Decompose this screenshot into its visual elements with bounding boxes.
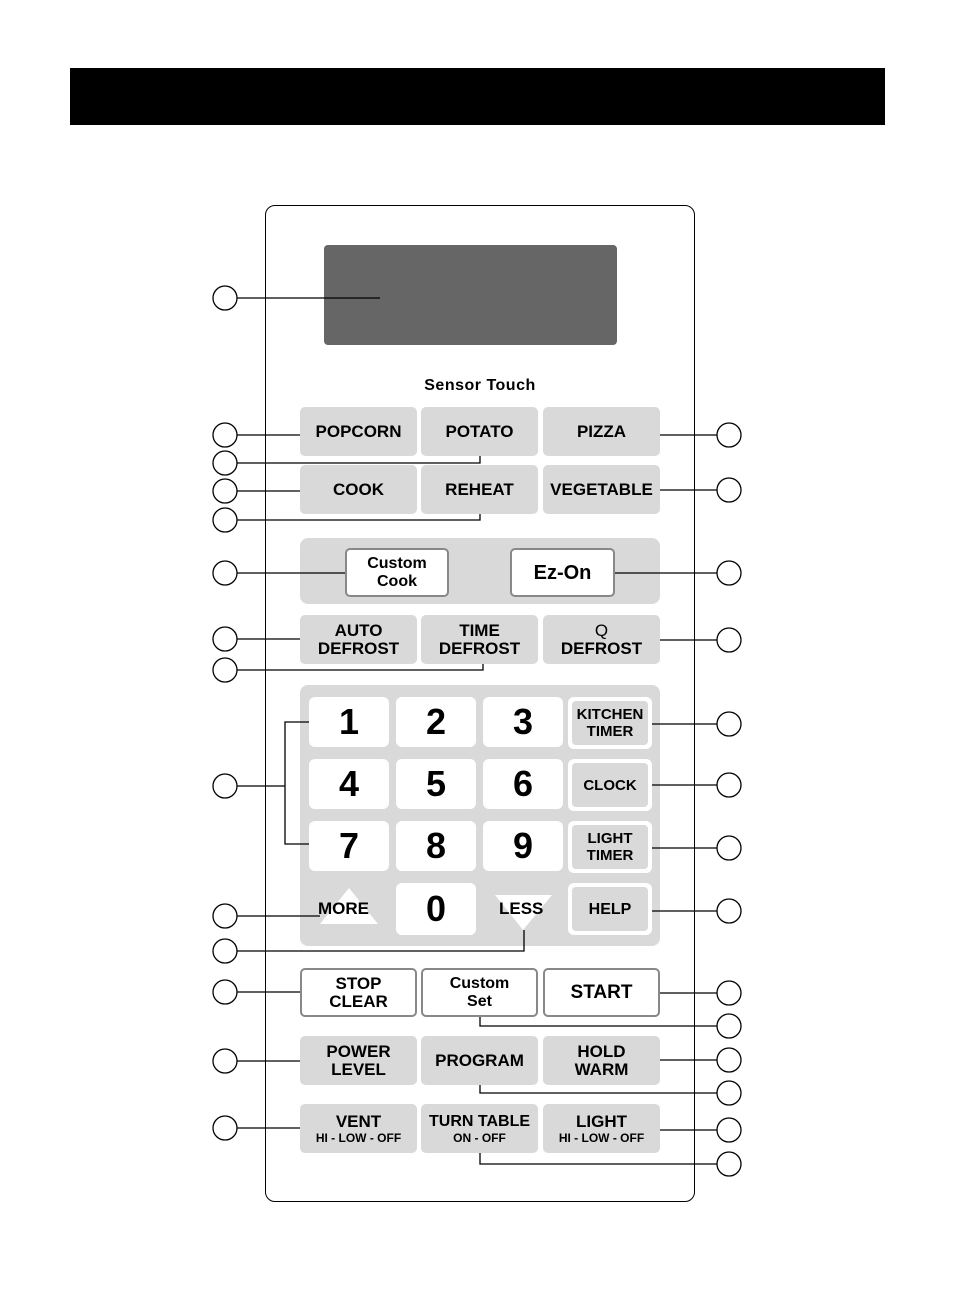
label: WARM [574,1059,629,1079]
label: TURN TABLE [428,1112,531,1130]
sublabel: HI - LOW - OFF [315,1130,402,1145]
sublabel: HI - LOW - OFF [558,1130,645,1145]
more-button[interactable]: MORE [318,899,369,919]
power-level-button[interactable]: POWER LEVEL [300,1036,417,1085]
label: LIGHT [576,1111,627,1131]
label: STOP [335,973,382,993]
stop-clear-button[interactable]: STOP CLEAR [300,968,417,1017]
program-button[interactable]: PROGRAM [421,1036,538,1085]
label: Custom [449,974,510,992]
label: LEVEL [331,1059,386,1079]
label: PROGRAM [435,1050,524,1070]
custom-set-button[interactable]: Custom Set [421,968,538,1017]
sublabel: ON - OFF [453,1130,506,1145]
vent-button[interactable]: VENT HI - LOW - OFF [300,1104,417,1153]
start-button[interactable]: START [543,968,660,1017]
label: START [570,981,633,1003]
label: CLEAR [329,991,388,1011]
label: POWER [326,1041,391,1061]
label: VENT [335,1111,382,1131]
label: HOLD [577,1041,626,1061]
hold-warm-button[interactable]: HOLD WARM [543,1036,660,1085]
light-button[interactable]: LIGHT HI - LOW - OFF [543,1104,660,1153]
turn-table-button[interactable]: TURN TABLE ON - OFF [421,1104,538,1153]
label: Set [467,992,492,1010]
less-button[interactable]: LESS [499,899,543,919]
